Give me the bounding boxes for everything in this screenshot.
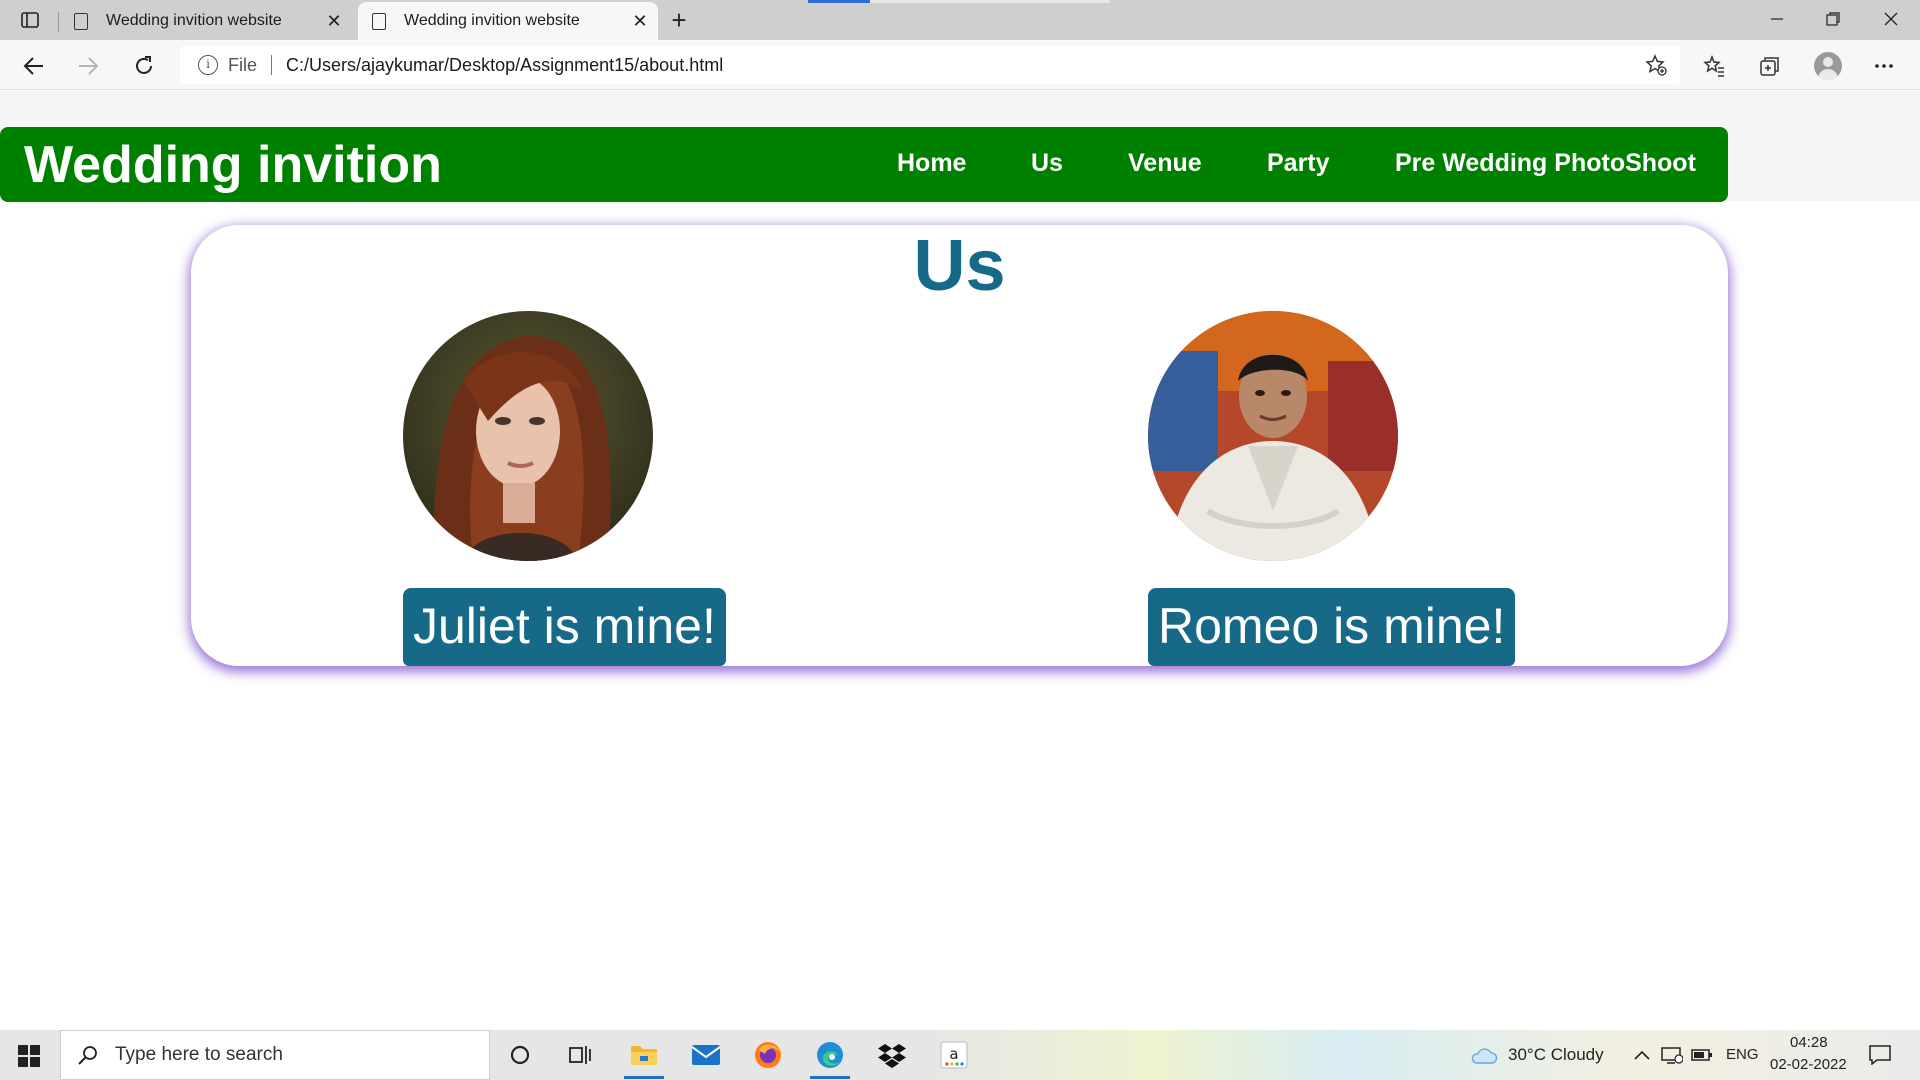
firefox-icon[interactable] — [744, 1037, 792, 1073]
bride-photo — [403, 311, 653, 561]
favorites-button[interactable] — [1698, 50, 1730, 82]
file-explorer-icon[interactable] — [620, 1037, 668, 1079]
minimize-button[interactable] — [1752, 6, 1802, 34]
web-page: Wedding invition Home Us Venue Party Pre… — [0, 91, 1920, 1030]
search-placeholder: Type here to search — [115, 1044, 283, 1065]
tab-actions-icon[interactable] — [12, 8, 48, 32]
site-navbar: Wedding invition Home Us Venue Party Pre… — [0, 127, 1728, 202]
avatar — [1814, 52, 1842, 80]
loading-track — [870, 0, 1110, 3]
close-tab-icon[interactable]: ✕ — [622, 11, 658, 32]
dropbox-icon[interactable] — [868, 1037, 916, 1073]
clock-date[interactable]: 02-02-2022 — [1770, 1056, 1847, 1073]
task-view-icon[interactable] — [556, 1037, 604, 1073]
favorites-icon — [1703, 55, 1724, 77]
amazon-icon[interactable]: a — [930, 1037, 978, 1073]
url-text[interactable]: C:/Users/ajaykumar/Desktop/Assignment15/… — [286, 55, 723, 76]
scheme-label: File — [228, 54, 258, 75]
more-menu-button[interactable] — [1868, 50, 1900, 82]
arrow-left-icon — [23, 57, 43, 75]
more-icon — [1875, 64, 1893, 68]
language-indicator[interactable]: ENG — [1726, 1046, 1759, 1063]
tab-title: Wedding invition website — [106, 12, 282, 29]
nav-link-photoshoot[interactable]: Pre Wedding PhotoShoot — [1395, 149, 1696, 178]
refresh-button[interactable] — [128, 50, 160, 82]
browser-tab-1[interactable]: Wedding invition website ✕ — [60, 2, 352, 40]
mail-icon[interactable] — [682, 1037, 730, 1073]
windows-start-icon[interactable] — [18, 1045, 40, 1067]
active-app-indicator — [624, 1076, 664, 1079]
groom-caption: Romeo is mine! — [1148, 588, 1516, 666]
add-favorite-icon[interactable] — [1644, 54, 1668, 78]
groom-photo — [1148, 311, 1398, 561]
svg-text:a: a — [949, 1045, 958, 1063]
cortana-icon[interactable] — [496, 1037, 544, 1073]
nav-link-venue[interactable]: Venue — [1128, 149, 1202, 178]
tab-title: Wedding invition website — [404, 12, 580, 29]
refresh-icon — [136, 56, 152, 74]
close-window-button[interactable] — [1866, 6, 1916, 34]
about-card: Us Juliet is mine! Romeo is mine! — [191, 225, 1728, 666]
browser-toolbar: i File C:/Users/ajaykumar/Desktop/Assign… — [0, 40, 1920, 90]
collections-icon — [1760, 57, 1779, 76]
clock-time[interactable]: 04:28 — [1790, 1034, 1828, 1051]
nav-link-home[interactable]: Home — [897, 149, 966, 178]
weather-text[interactable]: 30°C Cloudy — [1508, 1045, 1604, 1065]
nav-link-us[interactable]: Us — [1031, 149, 1063, 178]
nav-link-party[interactable]: Party — [1267, 149, 1330, 178]
section-title: Us — [913, 226, 1006, 306]
site-brand[interactable]: Wedding invition — [24, 135, 442, 195]
notifications-icon[interactable] — [1860, 1037, 1900, 1073]
profile-button[interactable] — [1812, 50, 1844, 82]
back-button[interactable] — [18, 50, 50, 82]
battery-icon[interactable] — [1684, 1037, 1720, 1073]
address-separator — [271, 55, 273, 75]
bride-caption: Juliet is mine! — [403, 588, 726, 666]
forward-button[interactable] — [72, 50, 104, 82]
tab-divider — [58, 12, 59, 32]
search-icon — [78, 1046, 97, 1065]
arrow-right-icon — [79, 57, 99, 75]
document-icon — [74, 12, 88, 30]
restore-button[interactable] — [1808, 6, 1858, 34]
browser-tab-strip: Wedding invition website ✕ Wedding invit… — [0, 0, 1920, 40]
weather-cloud-icon[interactable] — [1464, 1037, 1504, 1073]
browser-tab-2[interactable]: Wedding invition website ✕ — [358, 2, 658, 40]
collections-button[interactable] — [1754, 50, 1786, 82]
loading-indicator — [808, 0, 870, 3]
new-tab-button[interactable]: + — [664, 6, 694, 36]
taskbar-search-box[interactable]: Type here to search — [60, 1030, 490, 1080]
edge-icon[interactable] — [806, 1037, 854, 1079]
active-app-indicator — [810, 1076, 850, 1079]
info-icon[interactable]: i — [198, 55, 218, 75]
address-bar[interactable]: i File C:/Users/ajaykumar/Desktop/Assign… — [180, 46, 1680, 84]
close-tab-icon[interactable]: ✕ — [316, 11, 352, 32]
document-icon — [372, 12, 386, 30]
windows-taskbar: Type here to search a 30°C Cloudy ENG 04… — [0, 1030, 1920, 1080]
